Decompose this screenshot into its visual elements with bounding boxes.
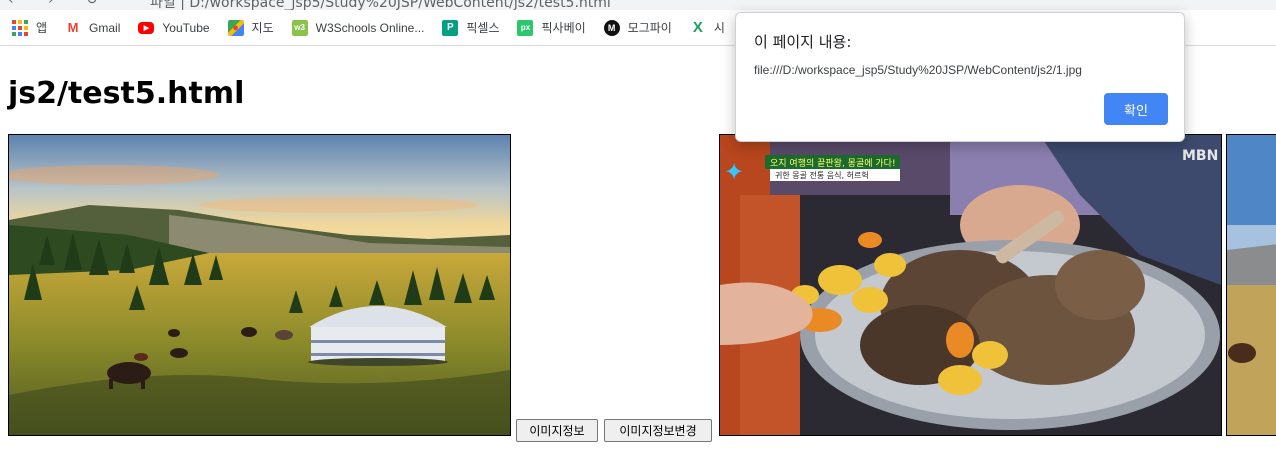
youtube-icon: ▶ <box>138 21 155 34</box>
bookmark-maps[interactable]: ● 지도 <box>227 19 274 36</box>
bookmark-label: W3Schools Online... <box>315 20 425 35</box>
bookmark-youtube[interactable]: ▶ YouTube <box>138 20 210 35</box>
back-icon[interactable]: ‹ <box>8 0 14 8</box>
bookmark-label: 앱 <box>36 21 48 35</box>
dialog-message: file:///D:/workspace_jsp5/Study%20JSP/We… <box>754 63 1082 77</box>
bookmark-pexels[interactable]: P 픽셀스 <box>442 19 499 36</box>
pixabay-icon: px <box>517 19 534 36</box>
bookmark-label: 지도 <box>251 21 274 35</box>
bookmark-x[interactable]: X 시 <box>690 19 725 36</box>
bookmark-pixabay[interactable]: px 픽사베이 <box>517 19 586 36</box>
image-info-change-button[interactable]: 이미지정보변경 <box>604 419 712 442</box>
mogfy-icon: M <box>603 19 620 36</box>
page-title: js2/test5.html <box>8 76 245 111</box>
image-info-button[interactable]: 이미지정보 <box>516 419 598 442</box>
bookmark-mogfy[interactable]: M 모그파이 <box>603 19 672 36</box>
dialog-ok-button[interactable]: 확인 <box>1104 93 1168 125</box>
address-bar[interactable]: ‹ › ↻ 파일 | D:/workspace_jsp5/Study%20JSP… <box>0 0 1276 10</box>
forward-icon[interactable]: › <box>48 0 54 8</box>
food-caption-bottom: 귀한 몽골 전통 음식, 허르헉 <box>775 170 869 180</box>
bookmark-label: Gmail <box>89 20 121 35</box>
mbn-logo: MBN <box>1182 148 1218 164</box>
x-icon: X <box>692 19 703 36</box>
show-logo: ✦ <box>724 158 744 186</box>
landscape-image <box>8 134 511 436</box>
reload-icon[interactable]: ↻ <box>86 0 98 8</box>
bookmark-apps[interactable]: 앱 <box>12 19 47 36</box>
partial-image <box>1226 134 1276 436</box>
gmail-icon: M <box>67 20 79 35</box>
bookmark-label: 모그파이 <box>627 21 672 35</box>
bookmark-label: 픽셀스 <box>466 21 500 35</box>
bookmark-label: YouTube <box>162 20 210 35</box>
alert-dialog: 이 페이지 내용: file:///D:/workspace_jsp5/Stud… <box>735 12 1185 142</box>
dialog-title: 이 페이지 내용: <box>754 33 852 51</box>
maps-icon: ● <box>227 19 244 36</box>
pexels-icon: P <box>442 19 459 36</box>
w3schools-icon: w3 <box>291 19 308 36</box>
bookmark-w3schools[interactable]: w3 W3Schools Online... <box>291 19 425 36</box>
bookmark-label: 시 <box>713 21 725 35</box>
url-text: 파일 | D:/workspace_jsp5/Study%20JSP/WebCo… <box>150 0 611 10</box>
food-image: 오지 여행의 끝판왕, 몽골에 가다! 귀한 몽골 전통 음식, 허르헉 MBN… <box>719 134 1222 436</box>
food-caption-top: 오지 여행의 끝판왕, 몽골에 가다! <box>770 157 896 169</box>
apps-grid-icon <box>12 19 28 36</box>
bookmark-gmail[interactable]: M Gmail <box>65 20 121 36</box>
bookmark-label: 픽사베이 <box>541 21 586 35</box>
